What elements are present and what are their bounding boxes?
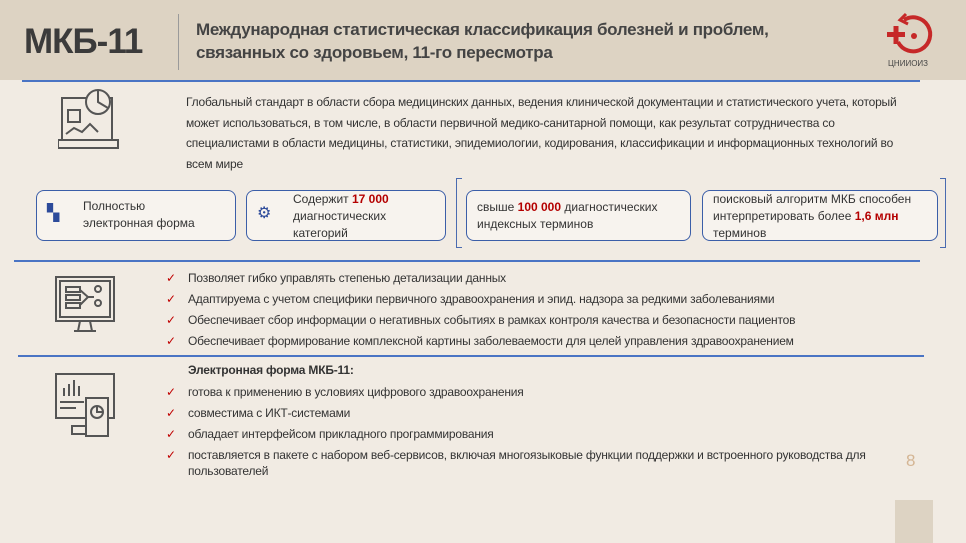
card-text: электронная форма <box>83 216 195 230</box>
card-text: Содержит <box>293 192 352 206</box>
card-text: диагностических категорий <box>293 209 387 240</box>
logo-icon <box>887 12 933 54</box>
check-icon: ✓ <box>166 406 176 420</box>
electronic-form-heading: Электронная форма МКБ-11: <box>188 363 354 377</box>
slide-code-title: МКБ-11 <box>24 22 143 61</box>
card-text: терминов <box>713 226 767 240</box>
header-divider <box>178 14 179 70</box>
card-search-algorithm: поисковый алгоритм МКБ способен интерпре… <box>702 190 938 241</box>
check-icon: ✓ <box>166 271 176 285</box>
card-index-terms: свыше 100 000 диагностических индексных … <box>466 190 691 241</box>
list-item-text: Обеспечивает сбор информации о негативны… <box>188 313 796 327</box>
laptop-chart-icon <box>58 89 119 149</box>
list-item-text: готова к применению в условиях цифрового… <box>188 385 524 399</box>
list-item-text: Позволяет гибко управлять степенью детал… <box>188 271 506 285</box>
list-item-text: Обеспечивает формирование комплексной ка… <box>188 334 794 348</box>
card-highlight: 100 000 <box>517 200 562 214</box>
network-icon: ⚙ <box>257 205 272 222</box>
list-item: ✓ Адаптируема с учетом специфики первично… <box>166 291 775 307</box>
card-text: свыше <box>477 200 518 214</box>
list-item: ✓ обладает интерфейсом прикладного програ… <box>166 426 494 442</box>
divider-line <box>22 80 920 82</box>
list-item-text: обладает интерфейсом прикладного програм… <box>188 427 494 441</box>
check-icon: ✓ <box>166 313 176 327</box>
card-highlight: 1,6 млн <box>854 209 899 223</box>
divider-line <box>18 355 924 357</box>
check-icon: ✓ <box>166 448 176 462</box>
slide-title: Международная статистическая классификац… <box>196 18 769 64</box>
title-line-2: связанных со здоровьем, 11-го пересмотра <box>196 43 553 62</box>
list-item: ✓ совместима с ИКТ-системами <box>166 405 350 421</box>
card-text: Полностью <box>83 199 146 213</box>
list-item: ✓ Позволяет гибко управлять степенью дета… <box>166 270 506 286</box>
monitor-tablet-icon <box>55 373 115 437</box>
page-number: 8 <box>906 451 916 470</box>
corner-decoration <box>895 500 933 543</box>
list-item: ✓ Обеспечивает сбор информации о негативн… <box>166 312 795 328</box>
list-item: ✓ готова к применению в условиях цифровог… <box>166 384 524 400</box>
title-line-1: Международная статистическая классификац… <box>196 20 769 39</box>
list-item-text: совместима с ИКТ-системами <box>188 406 351 420</box>
list-item: ✓ поставляется в пакете с набором веб-сер… <box>166 447 866 478</box>
digital-form-icon: ▚ <box>47 205 60 222</box>
card-electronic-form: ▚ Полностью электронная форма <box>36 190 236 241</box>
list-item-text: поставляется в пакете с набором веб-серв… <box>188 448 866 478</box>
list-item-text: Адаптируема с учетом специфики первичног… <box>188 292 775 306</box>
check-icon: ✓ <box>166 385 176 399</box>
bracket-left <box>456 178 462 248</box>
intro-paragraph: Глобальный стандарт в области сбора меди… <box>186 95 897 171</box>
check-icon: ✓ <box>166 334 176 348</box>
monitor-diagram-icon <box>55 276 115 332</box>
card-highlight: 17 000 <box>352 192 389 206</box>
divider-line <box>14 260 920 262</box>
check-icon: ✓ <box>166 292 176 306</box>
list-item: ✓ Обеспечивает формирование комплексной к… <box>166 333 794 349</box>
logo-text: ЦНИИОИЗ <box>888 59 928 68</box>
bracket-right <box>940 178 946 248</box>
check-icon: ✓ <box>166 427 176 441</box>
card-categories: ⚙ Содержит 17 000 диагностических катего… <box>246 190 446 241</box>
